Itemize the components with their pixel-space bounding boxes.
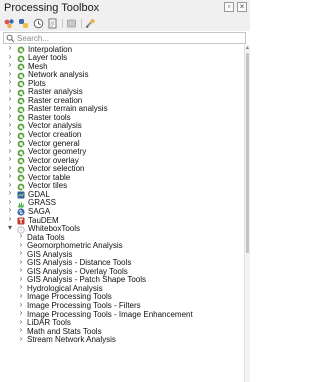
toolbar xyxy=(0,16,250,31)
python-script-icon[interactable] xyxy=(18,18,29,29)
qgis-icon xyxy=(17,182,25,191)
chevron-right-icon[interactable]: › xyxy=(7,69,13,77)
tree-item-label: Stream Network Analysis xyxy=(27,335,116,345)
run-model-icon[interactable] xyxy=(4,18,15,29)
chevron-right-icon[interactable]: › xyxy=(7,86,13,94)
results-viewer-icon[interactable] xyxy=(47,18,58,29)
grass-icon xyxy=(17,199,25,208)
toolbar-separator xyxy=(81,19,82,28)
scroll-up-arrow-icon[interactable]: ▲ xyxy=(245,45,250,51)
float-button[interactable]: ▫ xyxy=(224,2,234,12)
gdal-icon xyxy=(17,190,25,199)
qgis-icon xyxy=(17,165,25,174)
search-box[interactable] xyxy=(3,32,246,44)
qgis-icon xyxy=(17,79,25,88)
chevron-right-icon[interactable]: › xyxy=(7,180,13,188)
saga-icon xyxy=(17,207,25,217)
chevron-right-icon[interactable]: › xyxy=(18,249,24,257)
chevron-right-icon[interactable]: › xyxy=(7,45,13,52)
edit-features-icon[interactable] xyxy=(66,18,77,29)
qgis-icon xyxy=(17,139,25,148)
tree-item-stream-network-analysis[interactable]: › Stream Network Analysis xyxy=(0,334,244,345)
chevron-right-icon[interactable]: › xyxy=(18,266,24,274)
qgis-icon xyxy=(17,105,25,114)
chevron-right-icon[interactable]: › xyxy=(7,189,13,197)
qgis-icon xyxy=(17,54,25,62)
qgis-icon xyxy=(17,122,25,131)
panel-title: Processing Toolbox xyxy=(4,2,100,14)
chevron-right-icon[interactable]: › xyxy=(7,197,13,205)
chevron-right-icon[interactable]: › xyxy=(7,112,13,120)
chevron-right-icon[interactable]: › xyxy=(7,95,13,103)
close-button[interactable]: × xyxy=(237,2,247,12)
chevron-right-icon[interactable]: › xyxy=(7,146,13,154)
qgis-icon xyxy=(17,88,25,97)
chevron-right-icon[interactable]: › xyxy=(7,61,13,69)
tree-scrollbar[interactable]: ▲ xyxy=(244,45,250,382)
qgis-icon xyxy=(17,173,25,182)
chevron-right-icon[interactable]: › xyxy=(18,291,24,299)
processing-tree: › Interpolation › Layer tools › Mesh › Network … xyxy=(0,45,244,382)
qgis-icon xyxy=(17,113,25,122)
chevron-right-icon[interactable]: › xyxy=(18,257,24,265)
toolbar-separator xyxy=(62,19,63,28)
chevron-right-icon[interactable]: › xyxy=(18,326,24,334)
chevron-right-icon[interactable]: › xyxy=(18,274,24,282)
options-icon[interactable] xyxy=(85,18,96,29)
qgis-icon xyxy=(17,96,25,105)
chevron-right-icon[interactable]: › xyxy=(7,172,13,180)
qgis-icon xyxy=(17,148,25,156)
panel-titlebar: Processing Toolbox ▫ × xyxy=(0,0,250,17)
taudem-icon xyxy=(17,216,25,225)
chevron-right-icon[interactable]: › xyxy=(7,129,13,137)
search-icon xyxy=(6,34,15,43)
chevron-right-icon[interactable]: › xyxy=(18,317,24,325)
chevron-right-icon[interactable]: › xyxy=(7,120,13,128)
qgis-icon xyxy=(17,71,25,80)
chevron-right-icon[interactable]: › xyxy=(18,240,24,248)
history-icon[interactable] xyxy=(33,18,44,29)
qgis-icon xyxy=(17,156,25,165)
chevron-right-icon[interactable]: › xyxy=(7,52,13,60)
search-input[interactable] xyxy=(17,33,242,43)
chevron-right-icon[interactable]: › xyxy=(18,283,24,291)
chevron-right-icon[interactable]: › xyxy=(7,215,13,223)
chevron-right-icon[interactable]: › xyxy=(7,103,13,111)
qgis-icon xyxy=(17,45,25,54)
chevron-right-icon[interactable]: › xyxy=(18,232,24,240)
scroll-thumb[interactable] xyxy=(246,53,249,253)
qgis-icon xyxy=(17,62,25,71)
chevron-right-icon[interactable]: › xyxy=(7,206,13,214)
chevron-right-icon[interactable]: › xyxy=(18,309,24,317)
chevron-right-icon[interactable]: › xyxy=(7,138,13,146)
chevron-right-icon[interactable]: › xyxy=(7,78,13,86)
chevron-right-icon[interactable]: › xyxy=(18,334,24,342)
chevron-right-icon[interactable]: › xyxy=(7,155,13,163)
chevron-right-icon[interactable]: › xyxy=(7,163,13,171)
chevron-right-icon[interactable]: › xyxy=(18,300,24,308)
chevron-down-icon[interactable]: ▾ xyxy=(7,223,13,231)
qgis-icon xyxy=(17,131,25,139)
